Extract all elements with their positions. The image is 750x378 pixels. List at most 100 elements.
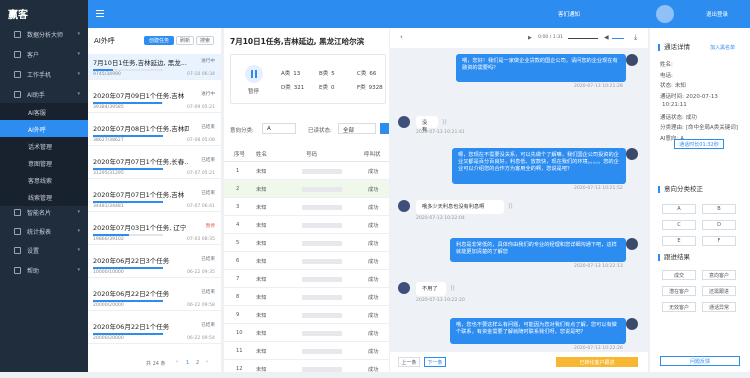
sidebar-item-1[interactable]: 客户 ▾	[0, 45, 88, 63]
audio-scrubber[interactable]	[568, 38, 598, 39]
menu-toggle-icon[interactable]	[96, 10, 104, 17]
intent-option-C[interactable]: C	[662, 220, 696, 230]
logout-link[interactable]: 退出登录	[706, 10, 728, 18]
result-option[interactable]: 通话异常	[702, 302, 736, 312]
intent-option-A[interactable]: A	[662, 204, 696, 214]
search-button[interactable]: 搜索	[196, 36, 214, 45]
intent-option-D[interactable]: D	[702, 220, 736, 230]
table-row[interactable]: 4 未知 成功	[224, 216, 389, 234]
result-option[interactable]: 还需跟进	[702, 286, 736, 296]
back-icon[interactable]: ‹	[400, 33, 403, 41]
sidebar-item-label: 数据分析大师	[27, 31, 64, 39]
task-item[interactable]: 2020年06月22日2个任务 已结束 20000/20000 06-22 09:58	[88, 285, 221, 311]
sidebar-item-8[interactable]: 客意线索	[0, 171, 88, 189]
table-row[interactable]: 7 未知 成功	[224, 270, 389, 288]
sidebar-item-2[interactable]: 工作手机 ▾	[0, 65, 88, 83]
sidebar-item-13[interactable]: 帮助 ▾	[0, 261, 88, 279]
bot-avatar	[626, 238, 638, 250]
task-item[interactable]: 2020年07月07日1个任务,吉林 已结束 34481/34481 07-07 06…	[88, 186, 221, 212]
task-name: 2020年07月08日1个任务,吉林四平辽...	[93, 125, 189, 133]
stat-value: 9328	[368, 85, 383, 91]
sidebar-item-3[interactable]: AI助手 ▾	[0, 85, 88, 103]
chat-footer: 上一条 下一条 已转化客户跟进	[390, 352, 648, 372]
row-index: 6	[236, 258, 240, 264]
pause-button[interactable]	[245, 65, 263, 83]
next-page-icon[interactable]: ›	[206, 359, 208, 365]
sidebar-item-6[interactable]: 话术管理	[0, 137, 88, 155]
task-progress-fill	[93, 135, 163, 137]
sidebar-item-12[interactable]: 设置 ▾	[0, 241, 88, 259]
result-option[interactable]: 无效客户	[662, 302, 696, 312]
table-row[interactable]: 9 未知 成功	[224, 306, 389, 324]
row-phone-masked	[302, 205, 342, 210]
refresh-button[interactable]: 刷新	[176, 36, 194, 45]
row-state: 成功	[368, 205, 379, 211]
intent-option-F[interactable]: F	[702, 236, 736, 246]
table-row[interactable]: 10 未知 成功	[224, 324, 389, 342]
task-item[interactable]: 2020年06月22日1个任务 已结束 20000/20000 06-22 09:54	[88, 318, 221, 344]
page-2[interactable]: 2	[196, 360, 199, 366]
table-row[interactable]: 3 未知 成功	[224, 198, 389, 216]
task-item[interactable]: 2020年07月07日1个任务,长春... 已结束 31295/31295 07-07…	[88, 153, 221, 179]
message-time: 2020-07-13 10:22:13	[574, 264, 623, 269]
voice-icon[interactable]: ))	[450, 285, 455, 292]
feedback-button[interactable]: 问题反馈	[660, 356, 740, 366]
task-item[interactable]: 2020年07月08日1个任务,吉林四平辽... 已结束 38627/38627 07…	[88, 120, 221, 146]
task-item[interactable]: 7月10日1任务,吉林延边, 黑龙... 进行中 9745/34990 07-10 0…	[88, 54, 221, 80]
sidebar-item-10[interactable]: 智能名片 ▾	[0, 203, 88, 221]
table-row[interactable]: 11 未知 成功	[224, 342, 389, 360]
prev-record-button[interactable]: 上一条	[398, 357, 420, 367]
row-name: 未知	[256, 241, 267, 247]
sidebar-item-5[interactable]: AI外呼	[0, 120, 88, 138]
table-row[interactable]: 12 未知 成功	[224, 360, 389, 378]
prev-page-icon[interactable]: ‹	[176, 359, 178, 365]
pagination-total: 共 24 条	[146, 361, 166, 367]
table-row[interactable]: 6 未知 成功	[224, 252, 389, 270]
sidebar-item-7[interactable]: 意图管理	[0, 154, 88, 172]
table-row[interactable]: 5 未知 成功	[224, 234, 389, 252]
table-row[interactable]: 8 未知 成功	[224, 288, 389, 306]
chevron-icon: ▾	[77, 267, 80, 273]
task-item[interactable]: 2020年07月09日1个任务,吉林 进行中 39384/39585 07-09 05…	[88, 87, 221, 113]
avatar[interactable]	[656, 5, 674, 23]
result-option[interactable]: 潜在客户	[662, 286, 696, 296]
sidebar-item-label: AI助手	[27, 91, 45, 99]
blacklist-link[interactable]: 加入黑名单	[710, 44, 735, 51]
sidebar-item-4[interactable]: AI客服	[0, 103, 88, 121]
stat-item: A类 13	[281, 69, 300, 77]
result-option[interactable]: 成交	[662, 270, 696, 280]
conversation-panel: ‹ ▶ 0:00 / 1:31 ◀ ⤓ 喂，您好！我们是一家做企业贷款的国企公司…	[390, 28, 648, 372]
sidebar-item-label: AI客服	[28, 109, 46, 117]
table-row[interactable]: 1 未知 成功	[224, 162, 389, 180]
notice-link[interactable]: 客们通知	[558, 10, 580, 18]
audio-play-icon[interactable]: ▶	[528, 35, 532, 41]
app-logo[interactable]: 赢客	[8, 6, 28, 21]
create-task-button[interactable]: 创建任务	[144, 36, 174, 45]
task-progress-fill	[93, 300, 163, 302]
page-1[interactable]: 1	[186, 360, 189, 366]
sidebar-item-11[interactable]: 统计报表 ▾	[0, 222, 88, 240]
intent-option-E[interactable]: E	[662, 236, 696, 246]
message-time: 2020-07-13 10:22:04	[416, 216, 465, 221]
filter-search-button[interactable]	[380, 123, 389, 134]
task-item[interactable]: 2020年06月22日3个任务 已结束 10000/10000 06-22 09:35	[88, 252, 221, 278]
intent-option-B[interactable]: B	[702, 204, 736, 214]
voice-icon[interactable]: ))	[508, 203, 513, 210]
task-item[interactable]: 2020年07月03日1个任务, 辽宁 暂停 19866/39102 07-03 08…	[88, 219, 221, 245]
volume-icon[interactable]: ◀	[604, 34, 609, 41]
detail-field: 状态: 未知	[660, 81, 686, 89]
row-phone-masked	[302, 223, 342, 228]
task-counts: 31295/31295	[93, 171, 124, 176]
download-icon[interactable]: ⤓	[634, 33, 637, 42]
sidebar-item-0[interactable]: 数据分析大师 ▾	[0, 25, 88, 43]
task-progress	[93, 234, 163, 236]
table-row[interactable]: 2 未知 成功	[224, 180, 389, 198]
next-record-button[interactable]: 下一条	[424, 357, 446, 367]
convert-customer-button[interactable]: 已转化客户跟进	[556, 357, 638, 367]
message-time: 2020-07-13 10:21:28	[574, 84, 623, 89]
voice-icon[interactable]: ))	[442, 119, 447, 126]
volume-slider[interactable]	[612, 38, 624, 39]
intent-filter-select[interactable]: A	[262, 123, 296, 134]
read-filter-select[interactable]: 全部	[338, 123, 376, 134]
result-option[interactable]: 意向客户	[702, 270, 736, 280]
